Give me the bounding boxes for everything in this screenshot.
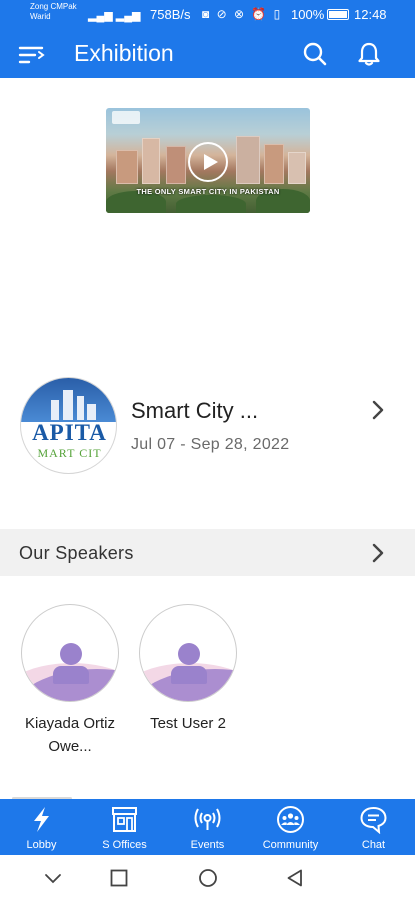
logo-tower bbox=[77, 396, 84, 420]
speaker-name: Test User 2 bbox=[150, 715, 226, 732]
nav-label: Chat bbox=[361, 839, 386, 851]
logo-text: APITA bbox=[32, 420, 107, 445]
promo-video[interactable]: THE ONLY SMART CITY IN PAKISTAN bbox=[106, 108, 310, 213]
nav-community[interactable]: Community bbox=[249, 799, 332, 855]
avatar bbox=[139, 604, 237, 702]
recents-square-icon[interactable] bbox=[109, 868, 129, 888]
video-scene bbox=[166, 146, 186, 184]
app-bar: Exhibition bbox=[0, 30, 415, 78]
notification-icons: ◙ ⊘ ⊗ ⏰ ▯ bbox=[202, 7, 283, 21]
status-bar: Zong CMPak Warid ▂▄▆ ▂▄▆ 758B/s ◙ ⊘ ⊗ ⏰ … bbox=[0, 0, 415, 30]
video-scene bbox=[176, 195, 246, 213]
nav-events[interactable]: Events bbox=[166, 799, 249, 855]
event-logo: APITA MART CIT bbox=[20, 377, 117, 474]
nav-label: Events bbox=[190, 839, 225, 851]
section-title: Our Speakers bbox=[19, 543, 134, 563]
logo-tower bbox=[63, 390, 73, 420]
capital-logo bbox=[112, 111, 140, 124]
chat-bubble-icon bbox=[360, 806, 387, 834]
speaker-card[interactable]: Test User 2 bbox=[139, 604, 237, 735]
avatar bbox=[21, 604, 119, 702]
bell-icon[interactable] bbox=[356, 41, 382, 67]
logo-subtext: MART CIT bbox=[37, 446, 102, 460]
chevron-down-icon[interactable] bbox=[43, 868, 63, 888]
bottom-nav: Lobby S Offices Events Community Chat bbox=[0, 799, 415, 855]
battery-icon bbox=[327, 9, 350, 20]
chevron-right-icon[interactable] bbox=[368, 399, 388, 421]
person-icon bbox=[53, 666, 89, 684]
person-icon bbox=[178, 643, 200, 665]
signal-icon: ▂▄▆ ▂▄▆ bbox=[88, 10, 141, 22]
video-scene bbox=[142, 138, 160, 184]
video-scene bbox=[264, 144, 284, 184]
community-icon bbox=[277, 806, 304, 833]
logo-tower bbox=[87, 404, 96, 420]
video-scene bbox=[236, 136, 260, 184]
nav-s-offices[interactable]: S Offices bbox=[83, 799, 166, 855]
logo-tower bbox=[51, 400, 59, 420]
chevron-right-icon[interactable] bbox=[368, 542, 388, 564]
carrier-label: Zong CMPak Warid bbox=[30, 2, 77, 21]
back-triangle-icon[interactable] bbox=[285, 868, 305, 888]
home-circle-icon[interactable] bbox=[198, 868, 218, 888]
network-speed: 758B/s bbox=[150, 7, 191, 22]
broadcast-icon bbox=[194, 808, 221, 830]
speaker-name: Kiayada Ortiz Owe... bbox=[24, 715, 116, 755]
nav-lobby[interactable]: Lobby bbox=[0, 799, 83, 855]
search-icon[interactable] bbox=[302, 41, 328, 67]
video-caption: THE ONLY SMART CITY IN PAKISTAN bbox=[136, 187, 280, 196]
person-icon bbox=[60, 643, 82, 665]
video-scene bbox=[288, 152, 306, 184]
person-icon bbox=[171, 666, 207, 684]
nav-label: Community bbox=[262, 839, 319, 851]
battery-indicator: 100% bbox=[291, 7, 350, 22]
event-dates: Jul 07 - Sep 28, 2022 bbox=[131, 436, 290, 453]
speakers-section-header[interactable]: Our Speakers bbox=[0, 529, 415, 576]
play-icon[interactable] bbox=[188, 142, 228, 182]
page-title: Exhibition bbox=[74, 40, 174, 66]
speaker-card[interactable]: Kiayada Ortiz Owe... bbox=[21, 604, 119, 758]
lightning-icon bbox=[34, 807, 49, 832]
nav-label: S Offices bbox=[102, 839, 147, 851]
battery-percent: 100% bbox=[291, 7, 325, 22]
system-nav-bar bbox=[0, 855, 415, 900]
nav-label: Lobby bbox=[26, 839, 57, 851]
video-scene bbox=[116, 150, 138, 184]
clock: 12:48 bbox=[354, 7, 387, 22]
menu-icon[interactable] bbox=[18, 44, 46, 66]
storefront-icon bbox=[112, 807, 137, 832]
event-name: Smart City ... bbox=[131, 398, 259, 423]
nav-chat[interactable]: Chat bbox=[332, 799, 415, 855]
